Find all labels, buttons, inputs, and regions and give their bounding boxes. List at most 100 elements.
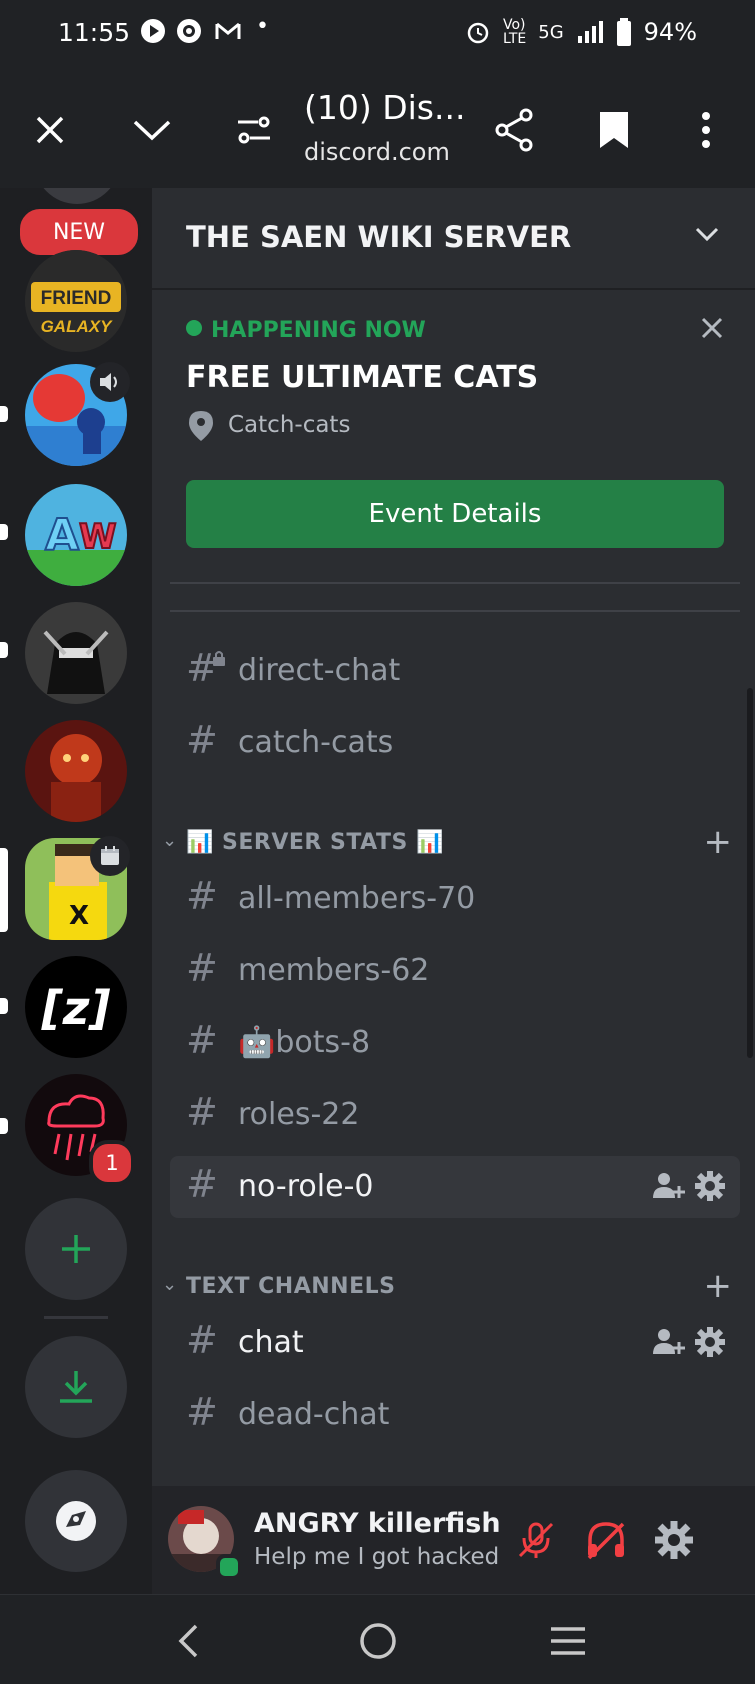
svg-text:X: X [69, 901, 89, 931]
lock-icon [212, 650, 226, 670]
hash-icon: # [186, 1018, 218, 1062]
server-icon-ninja[interactable] [25, 602, 127, 704]
category-label: 📊 SERVER STATS 📊 [186, 830, 444, 855]
live-dot [186, 320, 202, 336]
recents-icon[interactable] [544, 1617, 592, 1665]
close-icon[interactable] [700, 316, 724, 344]
chevron-down-icon: ⌄ [162, 1274, 178, 1295]
unread-indicator [0, 524, 8, 540]
category-text-channels[interactable]: ⌄ TEXT CHANNELS + [162, 1266, 732, 1306]
settings-gear-icon[interactable] [694, 1326, 726, 1358]
server-icon-red-art[interactable] [25, 720, 127, 822]
user-name: ANGRY killerfish [254, 1508, 501, 1539]
server-header[interactable]: THE SAEN WIKI SERVER [152, 188, 755, 290]
svg-text:W: W [79, 517, 117, 557]
back-icon[interactable] [164, 1617, 212, 1665]
event-status: HAPPENING NOW [186, 318, 426, 343]
user-panel: ANGRY killerfish Help me I got hacked [152, 1486, 755, 1594]
plus-icon [62, 1235, 90, 1263]
status-right: Vo) LTE 5G 94% [465, 18, 697, 46]
compass-icon [56, 1501, 96, 1541]
calendar-icon [90, 836, 130, 876]
add-channel-icon[interactable]: + [704, 1266, 733, 1306]
channel-all-members[interactable]: # all-members-70 [170, 868, 740, 930]
channel-name: chat [238, 1325, 304, 1360]
channel-roles[interactable]: # roles-22 [170, 1084, 740, 1146]
bookmark-icon[interactable] [588, 104, 640, 156]
channel-name: roles-22 [238, 1097, 360, 1132]
svg-text:[z]: [z] [41, 981, 111, 1035]
event-status-label: HAPPENING NOW [211, 318, 426, 343]
share-icon[interactable] [488, 104, 540, 156]
location-pin-icon [188, 410, 214, 446]
download-icon [60, 1371, 92, 1403]
hash-icon: # [186, 1318, 218, 1362]
hash-icon: # [186, 1162, 218, 1206]
invite-member-icon[interactable] [652, 1326, 686, 1358]
svg-text:GALAXY: GALAXY [41, 317, 114, 336]
svg-text:FRIEND: FRIEND [41, 288, 112, 309]
chevron-down-icon[interactable] [126, 104, 178, 156]
headphones-deafened-icon[interactable] [582, 1516, 630, 1564]
channel-bots[interactable]: # 🤖bots-8 [170, 1012, 740, 1074]
channel-name: members-62 [238, 953, 430, 988]
invite-member-icon[interactable] [652, 1170, 686, 1202]
hash-icon: # [186, 874, 218, 918]
gmail-icon [214, 18, 242, 50]
user-custom-status: Help me I got hacked [254, 1544, 500, 1570]
speaker-icon [90, 362, 130, 402]
play-icon [140, 18, 166, 50]
event-location: Catch-cats [228, 412, 351, 438]
server-rail: NEW FRIEND GALAXY AW X [z] 1 [0, 188, 152, 1594]
chevron-down-icon: ⌄ [162, 830, 178, 851]
channel-dead-chat[interactable]: # dead-chat [170, 1384, 740, 1446]
close-icon[interactable] [24, 104, 76, 156]
channel-name: direct-chat [238, 653, 401, 688]
server-icon-z[interactable]: [z] [25, 956, 127, 1058]
page-settings-icon[interactable] [228, 104, 280, 156]
scrollbar[interactable] [747, 688, 753, 1058]
add-channel-icon[interactable]: + [704, 822, 733, 862]
unread-indicator [0, 998, 8, 1014]
home-icon[interactable] [354, 1617, 402, 1665]
channel-name: dead-chat [238, 1397, 390, 1432]
selected-indicator [0, 848, 8, 932]
channel-panel: THE SAEN WIKI SERVER HAPPENING NOW FREE … [152, 188, 755, 1486]
channel-catch-cats[interactable]: # catch-cats [170, 712, 740, 774]
explore-servers-button[interactable] [25, 1470, 127, 1572]
unread-count-badge: 1 [89, 1140, 135, 1186]
record-icon [176, 18, 202, 50]
server-icon-partial[interactable] [34, 188, 120, 204]
unread-indicator [0, 406, 8, 422]
event-title: FREE ULTIMATE CATS [186, 360, 539, 395]
tab-title: (10) Dis... [304, 88, 466, 127]
status-bar: 11:55 • Vo) LTE 5G 94% [0, 0, 755, 70]
user-settings-gear-icon[interactable] [650, 1516, 698, 1564]
more-options-icon[interactable] [680, 104, 732, 156]
custom-tab-toolbar: (10) Dis... discord.com [0, 70, 755, 188]
event-details-button[interactable]: Event Details [186, 480, 724, 548]
server-icon-aw[interactable]: AW [25, 484, 127, 586]
battery-icon [616, 18, 631, 46]
channel-chat[interactable]: # chat [170, 1312, 740, 1374]
alarm-icon [467, 22, 489, 44]
channel-members[interactable]: # members-62 [170, 940, 740, 1002]
volte-icon: Vo) LTE [502, 17, 527, 47]
channel-name: 🤖bots-8 [238, 1025, 371, 1060]
settings-gear-icon[interactable] [694, 1170, 726, 1202]
status-time: 11:55 [58, 18, 131, 47]
svg-text:A: A [45, 510, 79, 561]
hash-icon: # [186, 946, 218, 990]
divider [170, 582, 740, 584]
hash-icon: # [186, 1390, 218, 1434]
server-icon-friend-galaxy[interactable]: FRIEND GALAXY [25, 250, 127, 352]
channel-name: all-members-70 [238, 881, 476, 916]
channel-no-role[interactable]: # no-role-0 [170, 1156, 740, 1218]
add-server-button[interactable] [25, 1198, 127, 1300]
rail-divider [44, 1316, 108, 1319]
category-server-stats[interactable]: ⌄ 📊 SERVER STATS 📊 + [162, 822, 732, 862]
channel-direct-chat[interactable]: # direct-chat [170, 640, 740, 702]
microphone-muted-icon[interactable] [512, 1516, 560, 1564]
hash-icon: # [186, 1090, 218, 1134]
download-apps-button[interactable] [25, 1336, 127, 1438]
